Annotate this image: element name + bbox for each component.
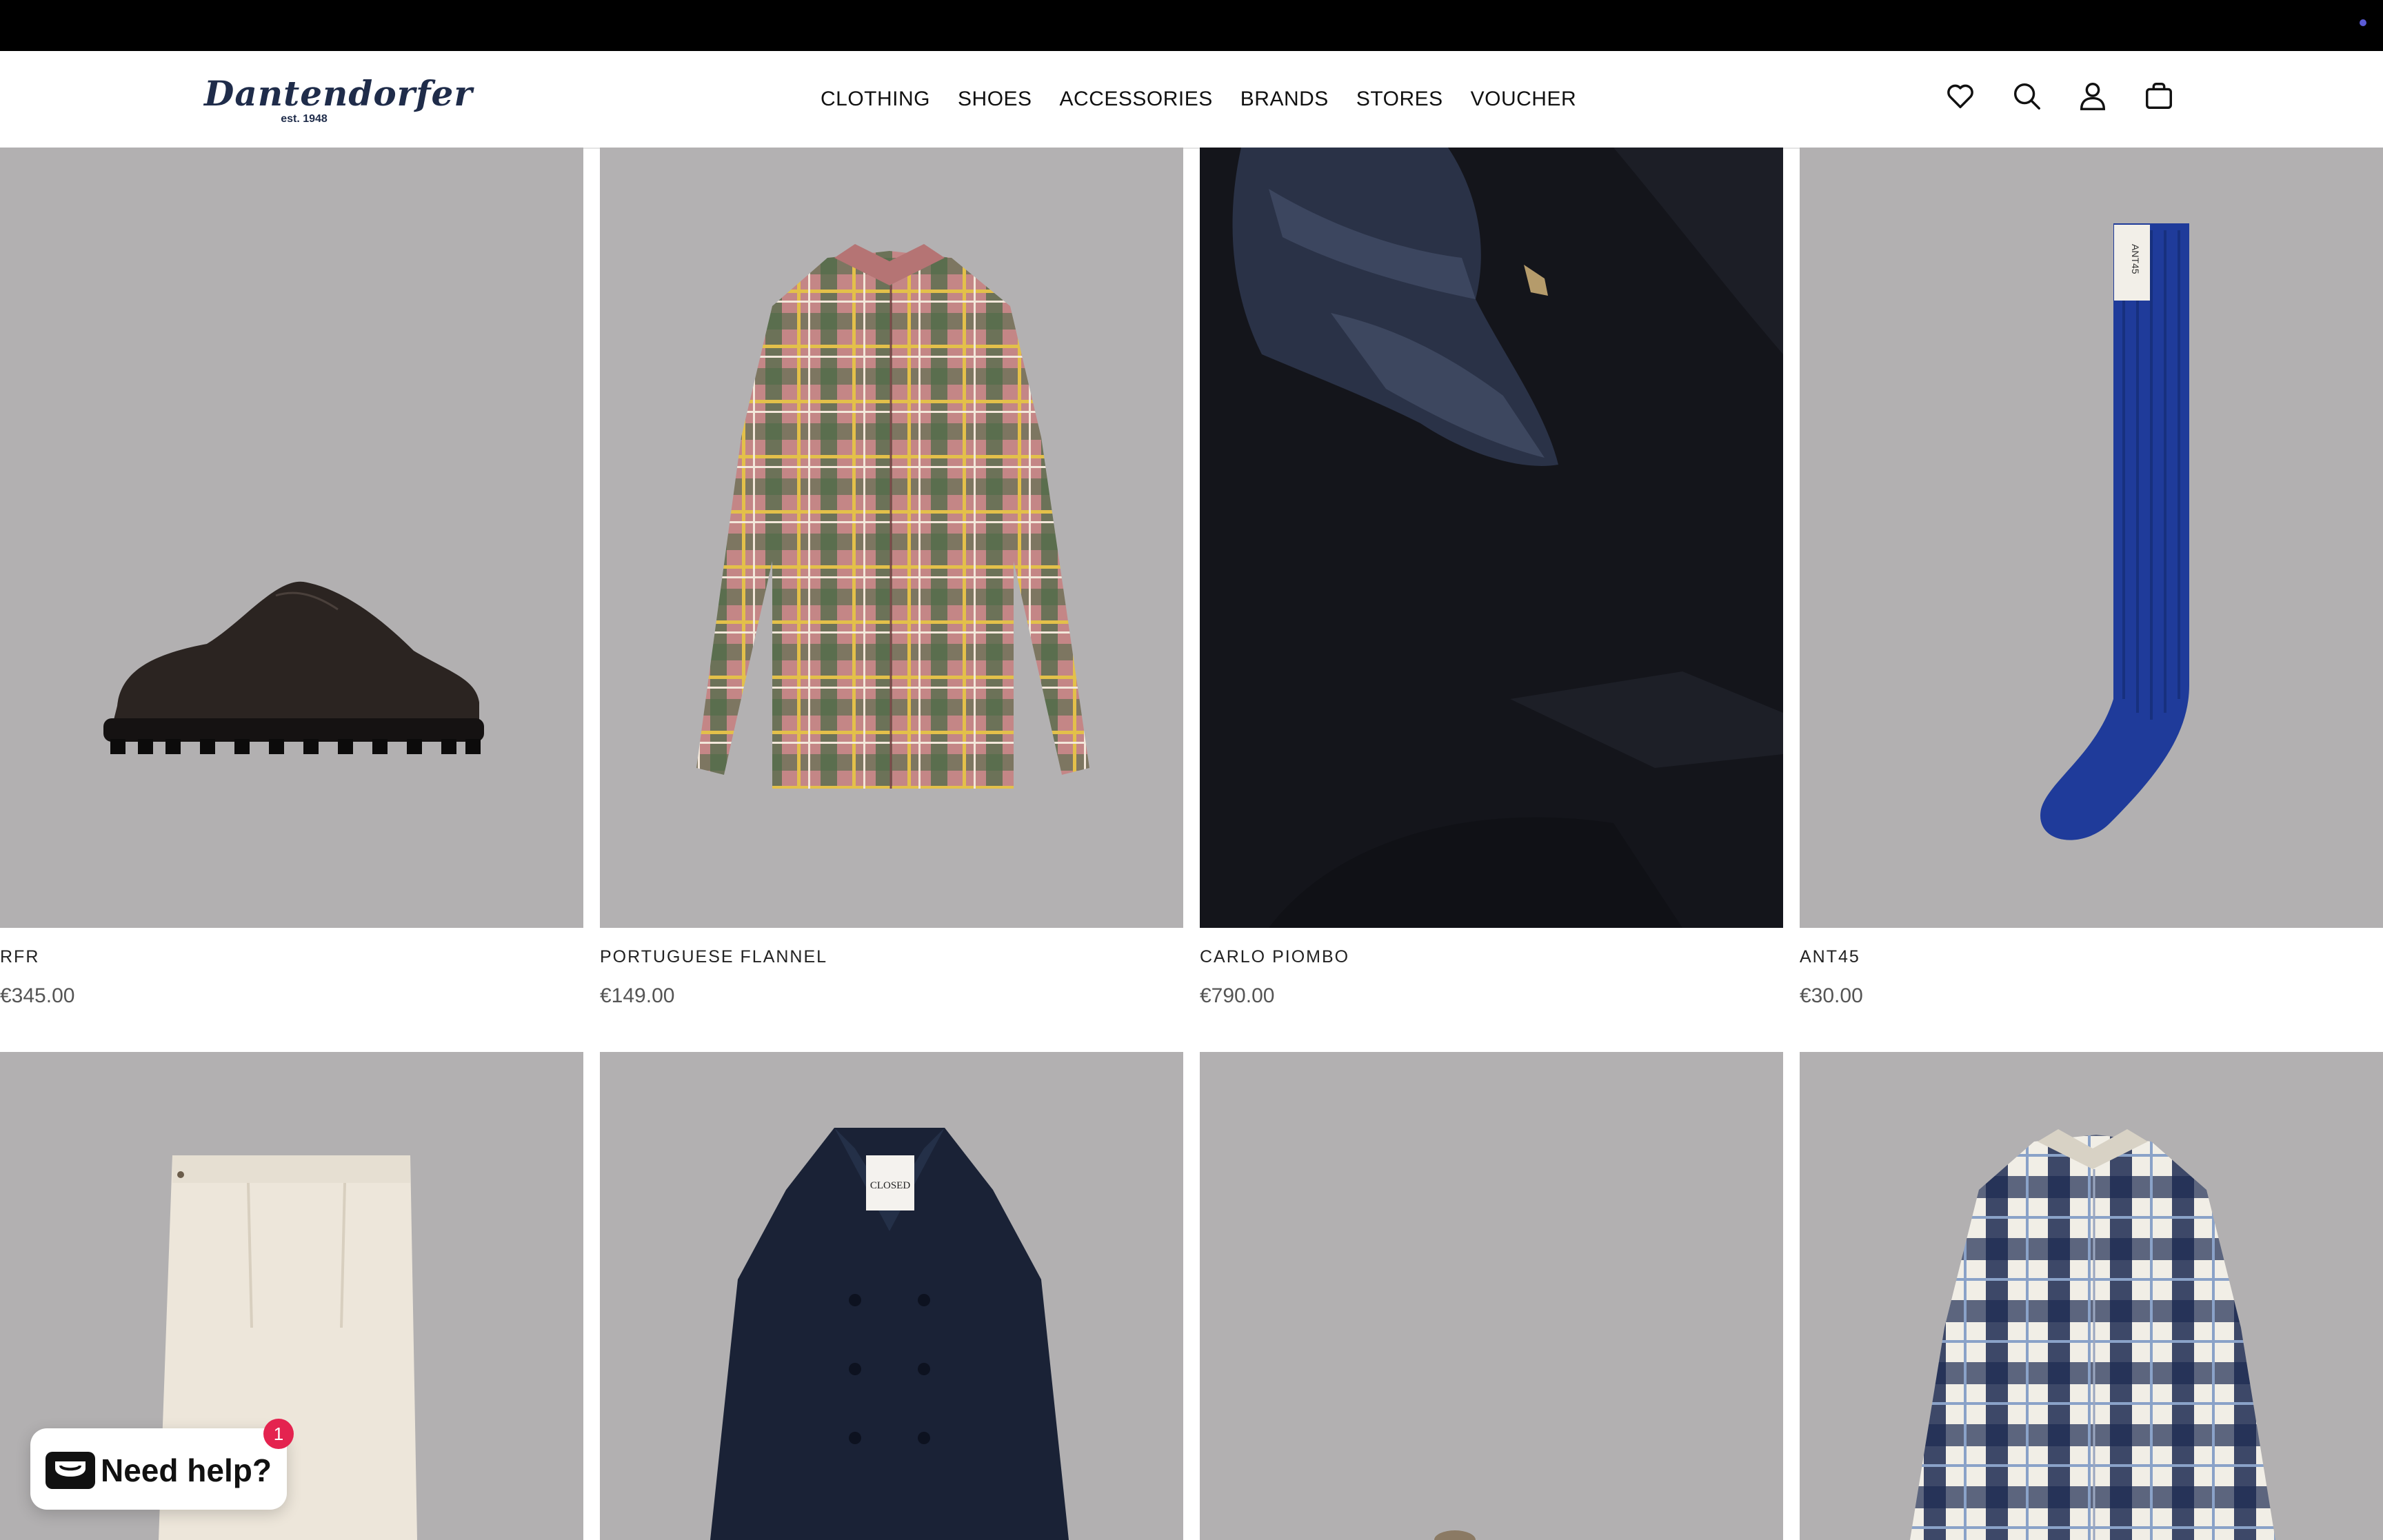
logo-est: est. 1948: [281, 113, 328, 125]
product-brand[interactable]: ANT45: [1800, 947, 1860, 967]
product-price: €30.00: [1800, 984, 1863, 1007]
product-brand[interactable]: CARLO PIOMBO: [1200, 947, 1349, 967]
announcement-bar: [0, 0, 2383, 51]
wishlist-button[interactable]: [1944, 79, 1976, 113]
shopping-bag-icon: [46, 1452, 95, 1489]
header-actions: [1944, 79, 2175, 113]
product-card[interactable]: ANT45 ANT45 €30.00: [1800, 148, 2383, 1044]
help-chat-button[interactable]: Need help? 1: [30, 1419, 294, 1510]
product-image[interactable]: [600, 148, 1183, 928]
product-image[interactable]: [1200, 148, 1783, 928]
account-button[interactable]: [2077, 79, 2109, 113]
sock-image: ANT45: [1800, 148, 2383, 928]
product-image[interactable]: ANT45: [1800, 148, 2383, 928]
product-price: €345.00: [0, 984, 75, 1007]
logo-wordmark: Dantendorfer: [204, 73, 473, 114]
product-brand[interactable]: PORTUGUESE FLANNEL: [600, 947, 827, 967]
product-price: €149.00: [600, 984, 675, 1007]
site-header: Dantendorfer est. 1948 CLOTHING SHOES AC…: [0, 51, 2383, 149]
cart-button[interactable]: [2143, 79, 2175, 113]
nav-stores[interactable]: STORES: [1356, 88, 1443, 111]
logo[interactable]: Dantendorfer est. 1948: [204, 73, 473, 128]
plaid-shirt-image: [600, 148, 1183, 928]
product-brand[interactable]: RFR: [0, 947, 39, 967]
search-icon: [2013, 83, 2040, 110]
help-label: Need help?: [101, 1452, 272, 1488]
product-card[interactable]: [1200, 1052, 1783, 1540]
shoe-image: [0, 148, 583, 928]
bag-icon: [2146, 83, 2172, 109]
nav-accessories[interactable]: ACCESSORIES: [1060, 88, 1213, 111]
product-price: €790.00: [1200, 984, 1275, 1007]
search-button[interactable]: [2011, 79, 2042, 113]
nav-clothing[interactable]: CLOTHING: [821, 88, 930, 111]
account-icon: [2080, 83, 2106, 110]
product-image[interactable]: [0, 148, 583, 928]
notification-badge: 1: [263, 1419, 294, 1449]
status-dot: [2360, 19, 2366, 26]
product-image[interactable]: [1200, 1052, 1783, 1540]
product-card[interactable]: CLOSED: [600, 1052, 1183, 1540]
product-photo: [1200, 1052, 1783, 1540]
coat-detail-image: [1200, 148, 1783, 928]
product-card[interactable]: [1800, 1052, 2383, 1540]
nav-brands[interactable]: BRANDS: [1240, 88, 1329, 111]
product-card[interactable]: RFR €345.00: [0, 148, 583, 1044]
product-image[interactable]: [1800, 1052, 2383, 1540]
product-card[interactable]: PORTUGUESE FLANNEL €149.00: [600, 148, 1183, 1044]
main-nav: CLOTHING SHOES ACCESSORIES BRANDS STORES…: [821, 84, 1576, 114]
heart-icon: [1947, 84, 1973, 109]
nav-shoes[interactable]: SHOES: [958, 88, 1032, 111]
sock-tag-text: ANT45: [2130, 244, 2141, 274]
check-shirt-image: [1800, 1052, 2383, 1540]
product-grid: RFR €345.00 PORTUGUESE FLANNEL €149.00 C…: [0, 148, 2383, 1540]
product-card[interactable]: CARLO PIOMBO €790.00: [1200, 148, 1783, 1044]
product-image[interactable]: CLOSED: [600, 1052, 1183, 1540]
nav-voucher[interactable]: VOUCHER: [1471, 88, 1577, 111]
peacoat-image: CLOSED: [600, 1052, 1183, 1540]
coat-label-text: CLOSED: [870, 1180, 911, 1191]
